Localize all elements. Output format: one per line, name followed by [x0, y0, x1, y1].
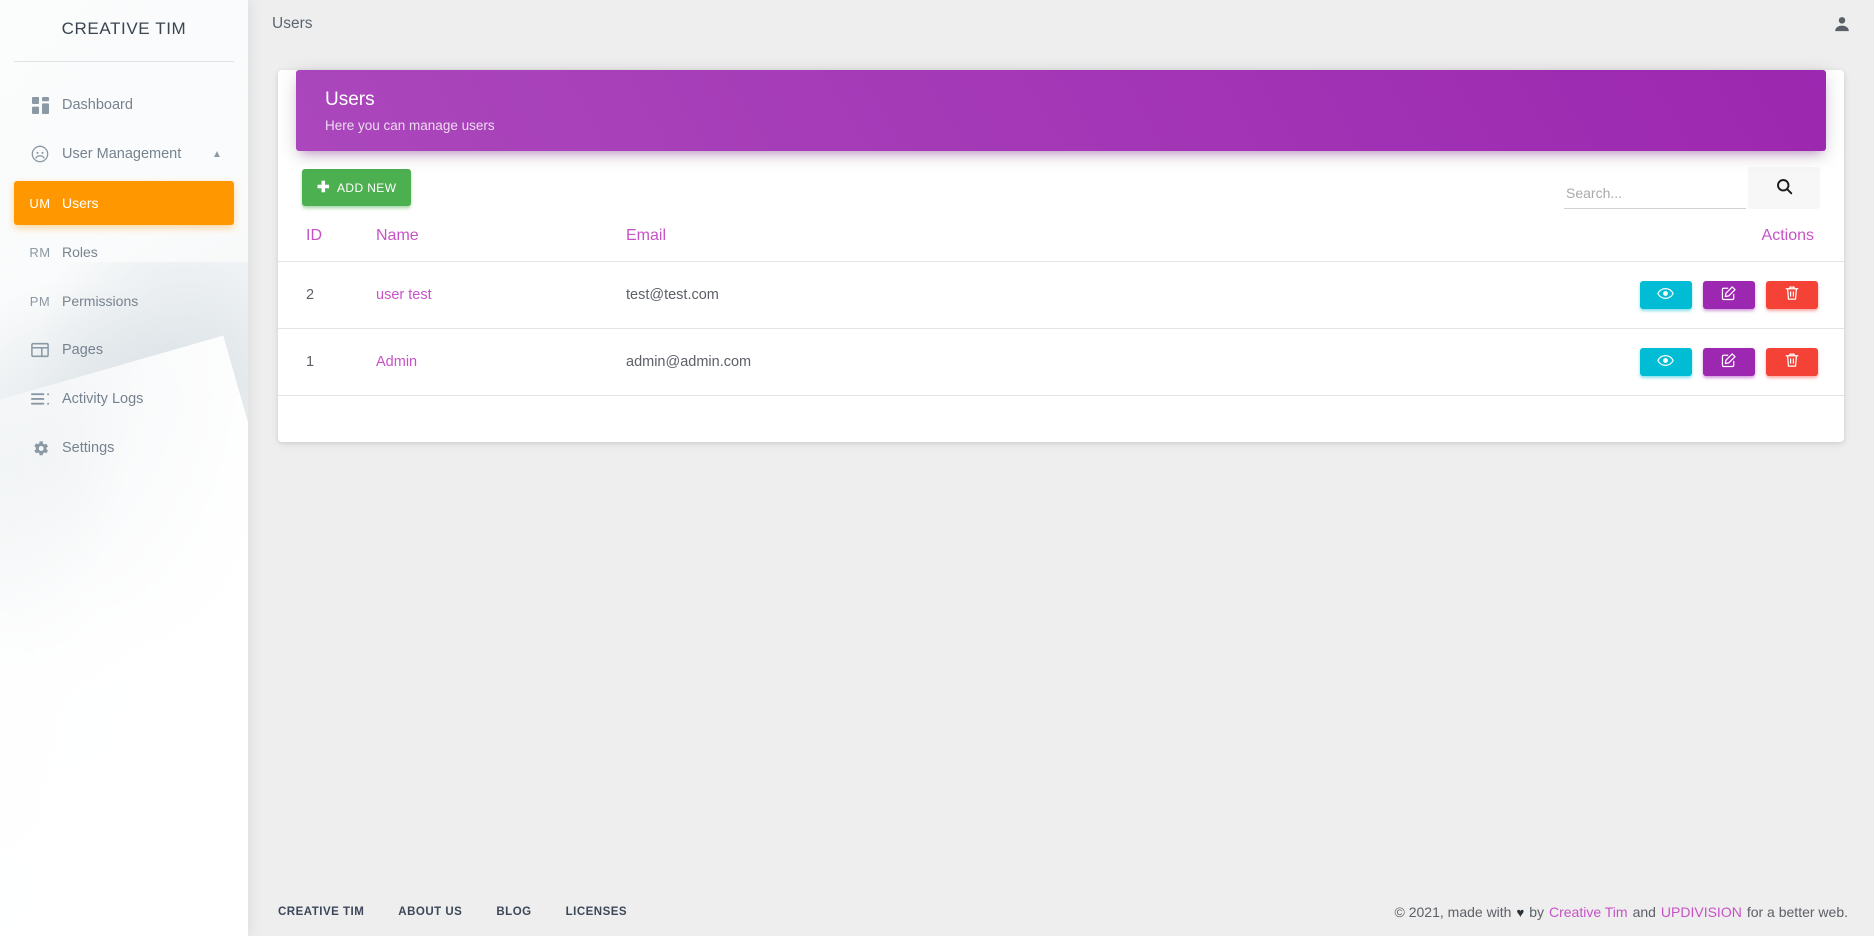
- footer-links: CREATIVE TIM ABOUT US BLOG LICENSES: [278, 906, 627, 918]
- user-name-link[interactable]: user test: [376, 287, 432, 303]
- brand-logo[interactable]: CREATIVE TIM: [0, 0, 248, 52]
- sidebar-item-label: Dashboard: [62, 97, 133, 113]
- delete-button[interactable]: [1766, 347, 1818, 376]
- app-root: CREATIVE TIM Dashboard User Management ▲…: [0, 0, 1874, 936]
- sidebar-item-dashboard[interactable]: Dashboard: [14, 83, 234, 127]
- activity-logs-icon: [18, 392, 62, 406]
- gear-icon: [18, 439, 62, 458]
- sidebar-item-settings[interactable]: Settings: [14, 426, 234, 470]
- trash-icon: [1785, 352, 1799, 371]
- eye-icon: [1657, 287, 1675, 303]
- footer: CREATIVE TIM ABOUT US BLOG LICENSES © 20…: [248, 888, 1874, 936]
- table-row: 1 Admin admin@admin.com: [278, 328, 1844, 396]
- sidebar-item-users[interactable]: UM Users: [14, 181, 234, 225]
- copyright-prefix: © 2021, made with: [1394, 904, 1512, 920]
- table-header-row: ID Name Email Actions: [278, 212, 1844, 262]
- table-row: 2 user test test@test.com: [278, 261, 1844, 329]
- footer-copyright: © 2021, made with ♥ by Creative Tim and …: [1395, 904, 1848, 920]
- content-region: Users Here you can manage users ✚ ADD NE…: [248, 48, 1874, 888]
- footer-link-blog[interactable]: BLOG: [496, 906, 531, 918]
- sidebar-nav: Dashboard User Management ▲ UM Users RM …: [0, 62, 248, 470]
- trash-icon: [1785, 285, 1799, 304]
- edit-button[interactable]: [1702, 347, 1755, 376]
- search-icon: [1775, 177, 1794, 199]
- search-input[interactable]: [1564, 178, 1746, 209]
- user-circle-icon: [18, 144, 62, 164]
- cell-name: Admin: [368, 328, 618, 396]
- sidebar-abbr-pm: PM: [29, 293, 51, 309]
- edit-pencil-icon: [1721, 285, 1737, 304]
- cell-actions: [1098, 328, 1844, 396]
- copyright-suffix: for a better web.: [1746, 904, 1848, 920]
- search-button[interactable]: [1748, 166, 1820, 209]
- view-button[interactable]: [1639, 280, 1692, 309]
- column-header-id[interactable]: ID: [278, 212, 368, 262]
- eye-icon: [1657, 354, 1675, 370]
- column-header-actions: Actions: [1098, 212, 1844, 262]
- cell-email: admin@admin.com: [618, 328, 1099, 396]
- delete-button[interactable]: [1766, 280, 1818, 309]
- chevron-up-icon[interactable]: ▲: [200, 149, 234, 160]
- copyright-by: by: [1529, 904, 1544, 920]
- sidebar-abbr-rm: RM: [29, 244, 51, 260]
- card-header: Users Here you can manage users: [296, 70, 1826, 151]
- sidebar-item-permissions[interactable]: PM Permissions: [14, 279, 234, 323]
- add-new-button[interactable]: ✚ ADD NEW: [302, 169, 412, 207]
- sidebar: CREATIVE TIM Dashboard User Management ▲…: [0, 0, 248, 936]
- sidebar-item-label: Roles: [62, 244, 98, 260]
- column-header-email[interactable]: Email: [618, 212, 1099, 262]
- sidebar-item-roles[interactable]: RM Roles: [14, 230, 234, 274]
- table-toolbar: ✚ ADD NEW: [278, 151, 1844, 213]
- sidebar-item-label: Pages: [62, 342, 104, 358]
- add-new-label: ADD NEW: [336, 180, 397, 195]
- column-header-name[interactable]: Name: [368, 212, 618, 262]
- users-card: Users Here you can manage users ✚ ADD NE…: [278, 70, 1844, 442]
- sidebar-item-label: Activity Logs: [62, 391, 144, 407]
- cell-id: 2: [278, 261, 368, 329]
- edit-button[interactable]: [1702, 280, 1755, 309]
- cell-id: 1: [278, 328, 368, 396]
- sidebar-item-label: Permissions: [62, 293, 139, 309]
- person-icon[interactable]: [1832, 14, 1852, 34]
- cell-actions: [1098, 261, 1844, 329]
- sidebar-item-activity-logs[interactable]: Activity Logs: [14, 377, 234, 421]
- card-subtitle: Here you can manage users: [325, 117, 495, 133]
- search-area: [1564, 166, 1820, 209]
- breadcrumb[interactable]: Users: [272, 15, 312, 33]
- sidebar-item-label: Users: [62, 195, 99, 211]
- footer-updivision-link[interactable]: UPDIVISION: [1661, 904, 1742, 920]
- dashboard-icon: [18, 96, 62, 114]
- sidebar-item-label: User Management: [62, 146, 182, 162]
- sidebar-item-user-management[interactable]: User Management ▲: [14, 132, 234, 176]
- edit-pencil-icon: [1721, 352, 1737, 371]
- sidebar-item-pages[interactable]: Pages: [14, 328, 234, 372]
- table-head: ID Name Email Actions: [278, 212, 1844, 262]
- footer-creative-tim-link[interactable]: Creative Tim: [1549, 904, 1628, 920]
- view-button[interactable]: [1639, 347, 1692, 376]
- footer-link-creative-tim[interactable]: CREATIVE TIM: [278, 906, 364, 918]
- heart-icon: ♥: [1516, 904, 1525, 920]
- sidebar-item-label: Settings: [62, 440, 115, 456]
- card-title: Users: [325, 89, 375, 110]
- copyright-and: and: [1632, 904, 1656, 920]
- top-navbar: Users: [248, 0, 1874, 48]
- pages-icon: [18, 342, 62, 358]
- main-area: Users Users Here you can manage users ✚: [248, 0, 1874, 936]
- user-name-link[interactable]: Admin: [376, 354, 417, 370]
- plus-icon: ✚: [317, 179, 330, 197]
- users-table: ID Name Email Actions 2 user test test@t…: [278, 212, 1844, 396]
- footer-link-licenses[interactable]: LICENSES: [566, 906, 628, 918]
- footer-link-about-us[interactable]: ABOUT US: [398, 906, 462, 918]
- sidebar-abbr-um: UM: [29, 195, 51, 211]
- table-body: 2 user test test@test.com 1 Admin admin@…: [278, 261, 1844, 396]
- cell-name: user test: [368, 261, 618, 329]
- cell-email: test@test.com: [618, 261, 1099, 329]
